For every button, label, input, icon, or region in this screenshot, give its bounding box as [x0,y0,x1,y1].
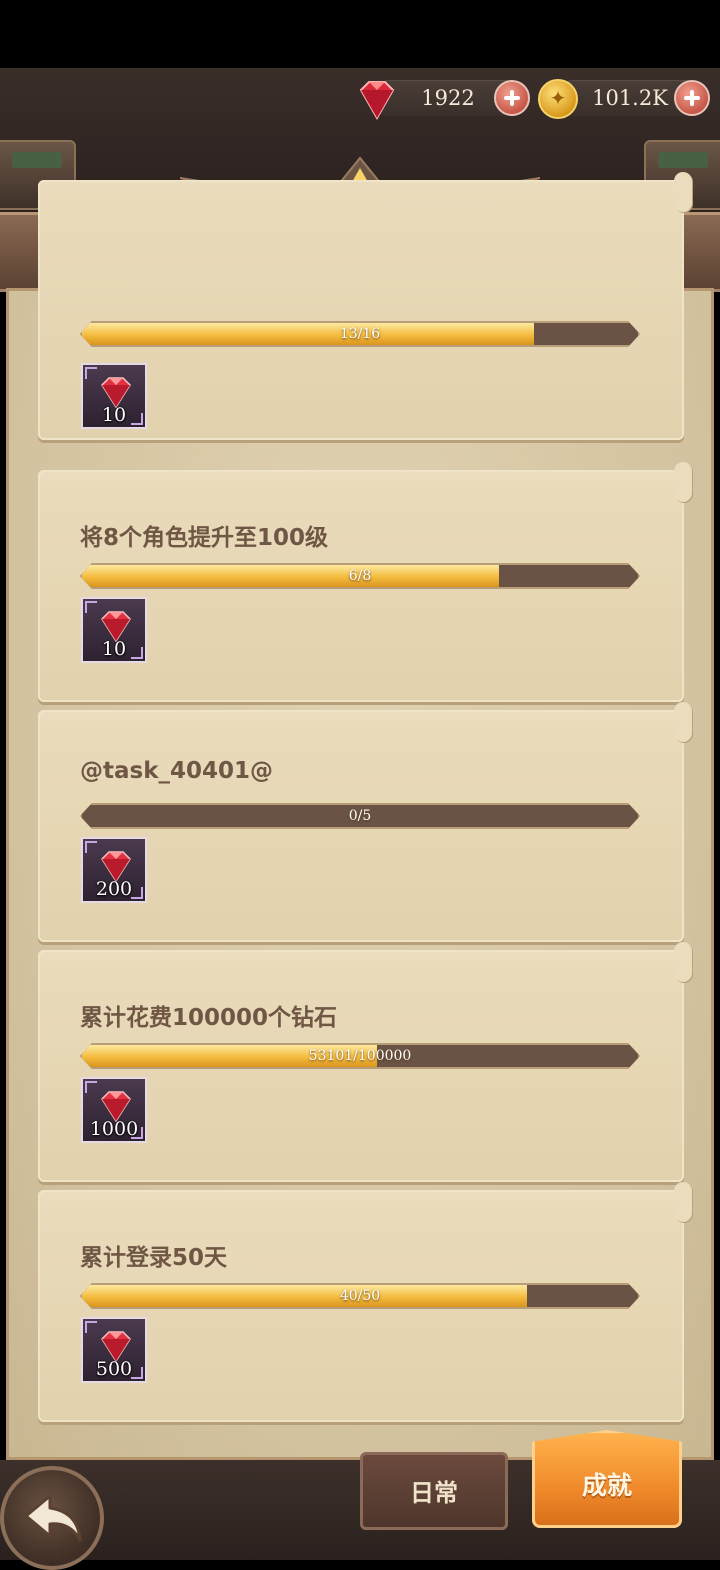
add-gems-button[interactable] [494,80,530,116]
tab-achievements-label: 成就 [581,1471,632,1500]
task-card: 13/16 10 [38,172,692,440]
reward-item[interactable]: 200 [81,837,147,903]
back-arrow-icon [24,1494,82,1542]
gem-amount: 1922 [421,86,475,110]
progress-text: 6/8 [348,568,372,584]
reward-item[interactable]: 1000 [81,1077,147,1143]
add-gold-button[interactable] [674,80,710,116]
task-progress-bar: 13/16 [80,321,640,347]
task-card: 累计花费100000个钻石 53101/100000 1000 [38,942,692,1182]
progress-text: 13/16 [339,326,381,342]
reward-item[interactable]: 10 [81,363,147,429]
task-title: 累计登录50天 [80,1245,228,1271]
gold-amount: 101.2K [592,86,668,110]
status-bar [0,0,720,68]
back-button[interactable] [0,1466,104,1570]
reward-quantity: 10 [101,638,127,660]
reward-quantity: 500 [95,1358,133,1380]
progress-text: 40/50 [339,1288,381,1304]
progress-text: 0/5 [348,808,372,824]
progress-text: 53101/100000 [308,1048,412,1064]
task-card: @task_40401@ 0/5 200 [38,702,692,942]
task-title: 累计花费100000个钻石 [80,1005,338,1031]
task-card: 将8个角色提升至100级 6/8 10 [38,462,692,702]
reward-item[interactable]: 500 [81,1317,147,1383]
task-progress-bar: 53101/100000 [80,1043,640,1069]
task-progress-bar: 6/8 [80,563,640,589]
task-title: @task_40401@ [80,758,274,784]
reward-quantity: 200 [95,878,133,900]
reward-item[interactable]: 10 [81,597,147,663]
reward-quantity: 1000 [89,1118,139,1140]
task-card: 累计登录50天 40/50 500 [38,1182,692,1422]
gem-icon [359,81,395,121]
task-progress-bar: 40/50 [80,1283,640,1309]
task-title: 将8个角色提升至100级 [80,525,329,551]
gold-coin-icon [538,79,578,119]
reward-quantity: 10 [101,404,127,426]
task-progress-bar: 0/5 [80,803,640,829]
tab-daily-label: 日常 [410,1479,458,1507]
